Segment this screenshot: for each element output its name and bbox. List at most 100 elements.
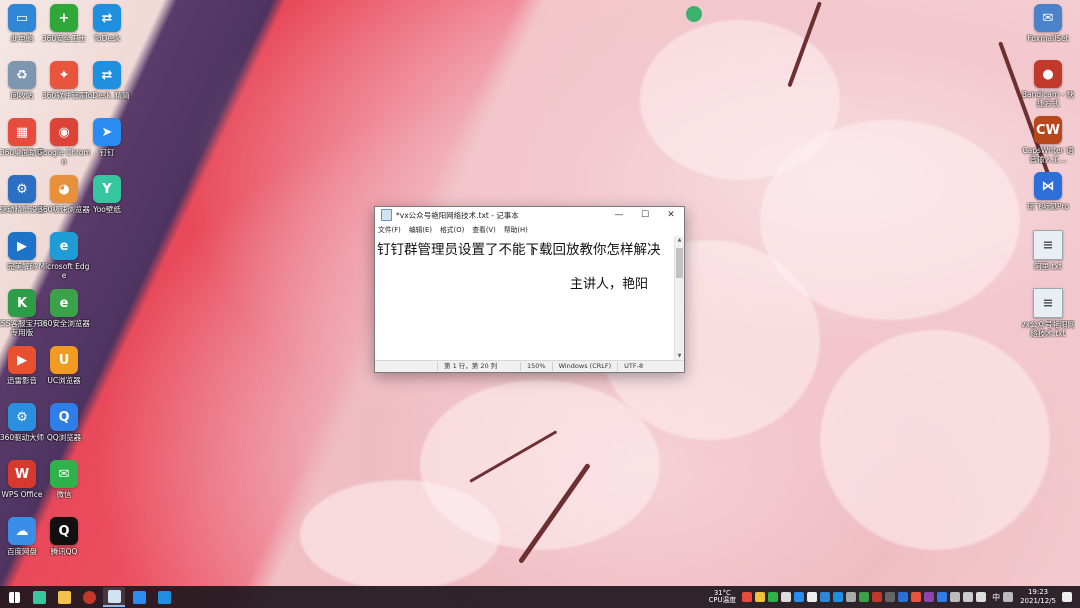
taskbar-dingtalk-button[interactable] (128, 587, 150, 607)
desktop-shortcut-label: 腾讯QQ (50, 547, 78, 556)
360-software-manager-icon: ✦ (50, 61, 78, 89)
close-button[interactable]: ✕ (658, 207, 684, 223)
desktop-shortcut-label: Bandicam - 快捷方式 (1021, 90, 1075, 108)
minimize-button[interactable]: — (606, 207, 632, 223)
notepad-window[interactable]: *vx公众号艳阳网络技术.txt - 记事本 — ☐ ✕ 文件(F) 编辑(E)… (374, 206, 685, 373)
qq-browser-icon: Q (50, 403, 78, 431)
taskbar-bandicam-button[interactable] (78, 587, 100, 607)
menu-format[interactable]: 格式(O) (440, 224, 464, 234)
desktop-shortcut-label: 微信 (56, 490, 72, 499)
app3-tray-icon[interactable] (911, 592, 922, 602)
weather-label: CPU温度 (708, 596, 737, 604)
iflytek-icon: ⋈ (1034, 172, 1062, 200)
app5-tray-icon[interactable] (937, 592, 948, 602)
desktop-shortcut-r2[interactable]: CW CapsWriter 语音输入工... (1021, 116, 1075, 164)
desktop-shortcut-label: ToDesk_精简 (84, 91, 130, 100)
scroll-thumb[interactable] (676, 248, 683, 278)
cursor-position: 第 1 行，第 20 列 (437, 362, 520, 371)
menu-edit[interactable]: 编辑(E) (409, 224, 432, 234)
360-browser-icon: ◕ (50, 175, 78, 203)
clipboard-tray-icon[interactable] (807, 592, 818, 602)
clock[interactable]: 19:23 2021/12/5 (1020, 588, 1056, 606)
bandicam-icon: ● (1034, 60, 1062, 88)
desktop-shortcut-r0[interactable]: ✉ FoxmailSet (1021, 4, 1075, 43)
menu-view[interactable]: 查看(V) (472, 224, 496, 234)
cloud-tray-icon[interactable] (781, 592, 792, 602)
title-bar[interactable]: *vx公众号艳阳网络技术.txt - 记事本 — ☐ ✕ (375, 207, 684, 223)
menu-file[interactable]: 文件(F) (378, 224, 401, 234)
driver-genius-icon: ⚙ (8, 175, 36, 203)
taskbar: 31°C CPU温度 中 19:23 2021/12/5 (0, 586, 1080, 608)
taskbar-yoo-wallpaper-button[interactable] (28, 587, 50, 607)
dingtalk-tray-icon[interactable] (794, 592, 805, 602)
perfect-decoder-icon: ▶ (8, 232, 36, 260)
weather-widget[interactable]: 31°C CPU温度 (708, 589, 737, 605)
desktop-shortcut-16[interactable]: e 360安全浏览器 (37, 289, 91, 328)
wechat-tray-icon[interactable] (768, 592, 779, 602)
desktop-shortcut-2[interactable]: ⇄ ToDesk (80, 4, 134, 43)
desktop-shortcut-r5[interactable]: ≡ vx公众号艳阳网络技术.txt (1021, 288, 1075, 338)
recycle-bin-icon: ♻ (8, 61, 36, 89)
iflytek-tray-icon[interactable] (898, 592, 909, 602)
app6-tray-icon[interactable] (950, 592, 961, 602)
todesk-tray-icon[interactable] (833, 592, 844, 602)
notepad-icon (381, 209, 392, 221)
speaker-icon[interactable] (963, 592, 974, 602)
baidu-netdisk-icon: ☁ (8, 517, 36, 545)
desktop-shortcut-label: FoxmailSet (1027, 34, 1069, 43)
desktop-shortcut-label: 阿里.txt (1034, 262, 1062, 271)
vertical-scrollbar[interactable]: ▲ ▼ (674, 236, 684, 361)
desktop-shortcut-11[interactable]: Y Yoo壁纸 (80, 175, 134, 214)
taskbar-todesk-button[interactable] (153, 587, 175, 607)
desktop-shortcut-22[interactable]: Q QQ浏览器 (37, 403, 91, 442)
maximize-button[interactable]: ☐ (632, 207, 658, 223)
desktop-shortcut-25[interactable]: ✉ 微信 (37, 460, 91, 499)
text-line-1: 钉钉群管理员设置了不能下载回放教你怎样解决 (377, 242, 661, 258)
360-desktop-icon: ▦ (8, 118, 36, 146)
desktop-shortcut-8[interactable]: ➤ 钉钉 (80, 118, 134, 157)
desktop-shortcut-label: QQ浏览器 (46, 433, 82, 442)
desktop-shortcut-r4[interactable]: ≡ 阿里.txt (1021, 230, 1075, 271)
taskbar-start-button[interactable] (3, 587, 25, 607)
wps-tray-icon[interactable] (742, 592, 753, 602)
scroll-up-icon[interactable]: ▲ (675, 236, 684, 245)
foxmail-icon: ✉ (1034, 4, 1062, 32)
taskbar-notepad-button[interactable] (103, 587, 125, 607)
desktop-shortcut-5[interactable]: ⇄ ToDesk_精简 (80, 61, 134, 100)
frog-icon[interactable] (686, 6, 702, 22)
menu-help[interactable]: 帮助(H) (504, 224, 528, 234)
app4-tray-icon[interactable] (924, 592, 935, 602)
thunder-player-icon: ▶ (8, 346, 36, 374)
desktop-shortcut-label: ToDesk (93, 34, 121, 43)
kss-icon: K (8, 289, 36, 317)
desktop-shortcut-13[interactable]: e Microsoft Edge (37, 232, 91, 280)
desktop-shortcut-r1[interactable]: ● Bandicam - 快捷方式 (1021, 60, 1075, 108)
app-tray-icon[interactable] (846, 592, 857, 602)
edge-icon: e (50, 232, 78, 260)
dingtalk-icon: ➤ (93, 118, 121, 146)
app2-tray-icon[interactable] (885, 592, 896, 602)
input-method-icon[interactable] (1003, 592, 1014, 602)
capswriter-icon: CW (1034, 116, 1062, 144)
desktop-shortcut-19[interactable]: U UC浏览器 (37, 346, 91, 385)
menu-bar: 文件(F) 编辑(E) 格式(O) 查看(V) 帮助(H) (375, 223, 684, 235)
ime-indicator[interactable]: 中 (992, 592, 1000, 603)
desktop-shortcut-label: 360安全浏览器 (38, 319, 90, 328)
system-tray: 31°C CPU温度 中 19:23 2021/12/5 (709, 586, 1080, 608)
notification-icon[interactable] (1062, 592, 1072, 602)
desktop-shortcut-r3[interactable]: ⋈ 讯飞听见Pro (1021, 172, 1075, 211)
360-tray-icon[interactable] (859, 592, 870, 602)
desktop-shortcut-28[interactable]: Q 腾讯QQ (37, 517, 91, 556)
microphone-icon[interactable] (976, 592, 987, 602)
text-line-2: 主讲人，艳阳 (570, 277, 649, 292)
taskbar-apps (0, 587, 175, 607)
shield-tray-icon[interactable] (755, 592, 766, 602)
start-icon (8, 591, 20, 603)
dingtalk-icon (132, 590, 146, 604)
network-tray-icon[interactable] (820, 592, 831, 602)
bandicam-tray-icon[interactable] (872, 592, 883, 602)
taskbar-file-explorer-button[interactable] (53, 587, 75, 607)
text-editor[interactable]: 钉钉群管理员设置了不能下载回放教你怎样解决 主讲人，艳阳 (375, 236, 675, 361)
desktop-shortcut-label: Yoo壁纸 (93, 205, 121, 214)
yoo-wallpaper-icon: Y (93, 175, 121, 203)
